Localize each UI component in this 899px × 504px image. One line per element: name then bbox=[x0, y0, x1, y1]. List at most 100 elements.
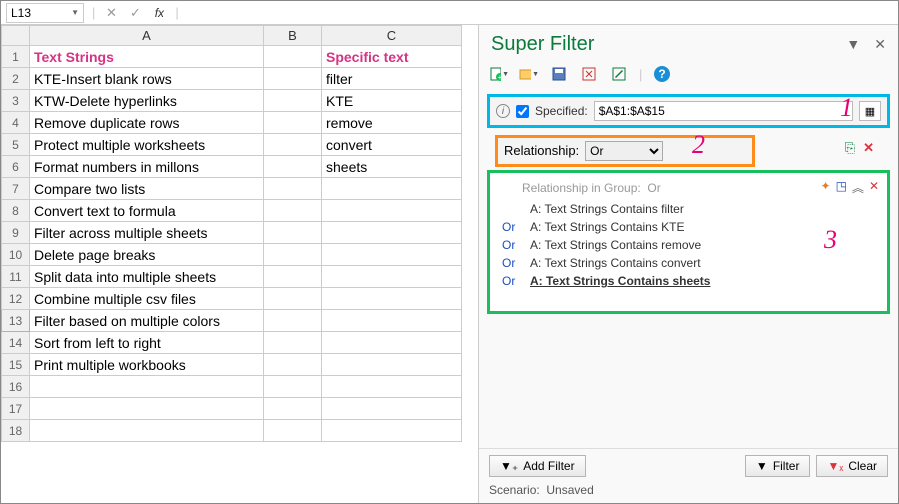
row-header-7[interactable]: 7 bbox=[2, 178, 30, 200]
cell-A5[interactable]: Protect multiple worksheets bbox=[30, 134, 264, 156]
specified-checkbox[interactable] bbox=[516, 105, 529, 118]
cell-C9[interactable] bbox=[322, 222, 462, 244]
range-selector-icon[interactable]: ▦ bbox=[859, 101, 881, 121]
cell-C3[interactable]: KTE bbox=[322, 90, 462, 112]
cell-C13[interactable] bbox=[322, 310, 462, 332]
cell-B6[interactable] bbox=[264, 156, 322, 178]
open-scenario-icon[interactable]: ▼ bbox=[519, 64, 539, 84]
relationship-select[interactable]: Or bbox=[585, 141, 663, 161]
cell-C4[interactable]: remove bbox=[322, 112, 462, 134]
filter-rule[interactable]: OrA: Text Strings Contains convert bbox=[498, 254, 879, 272]
save-icon[interactable] bbox=[549, 64, 569, 84]
cell-A10[interactable]: Delete page breaks bbox=[30, 244, 264, 266]
cell-C11[interactable] bbox=[322, 266, 462, 288]
row-header-6[interactable]: 6 bbox=[2, 156, 30, 178]
row-header-12[interactable]: 12 bbox=[2, 288, 30, 310]
cell-A7[interactable]: Compare two lists bbox=[30, 178, 264, 200]
cell-B18[interactable] bbox=[264, 420, 322, 442]
cell-A8[interactable]: Convert text to formula bbox=[30, 200, 264, 222]
cell-C16[interactable] bbox=[322, 376, 462, 398]
help-icon[interactable]: ? bbox=[652, 64, 672, 84]
collapse-icon[interactable]: ︽ bbox=[852, 179, 864, 196]
cell-B12[interactable] bbox=[264, 288, 322, 310]
confirm-icon[interactable]: ✓ bbox=[127, 5, 143, 21]
cell-A3[interactable]: KTW-Delete hyperlinks bbox=[30, 90, 264, 112]
cell-C2[interactable]: filter bbox=[322, 68, 462, 90]
row-header-14[interactable]: 14 bbox=[2, 332, 30, 354]
range-input[interactable] bbox=[594, 101, 853, 121]
row-header-3[interactable]: 3 bbox=[2, 90, 30, 112]
row-header-9[interactable]: 9 bbox=[2, 222, 30, 244]
cell-C10[interactable] bbox=[322, 244, 462, 266]
add-rule-icon[interactable]: ✦ bbox=[821, 179, 831, 196]
cell-C14[interactable] bbox=[322, 332, 462, 354]
cell-C6[interactable]: sheets bbox=[322, 156, 462, 178]
copy-rule-icon[interactable]: ◳ bbox=[836, 179, 847, 196]
cell-B11[interactable] bbox=[264, 266, 322, 288]
cell-A15[interactable]: Print multiple workbooks bbox=[30, 354, 264, 376]
row-header-2[interactable]: 2 bbox=[2, 68, 30, 90]
add-group-icon[interactable]: ⎘ bbox=[845, 140, 855, 156]
cell-C5[interactable]: convert bbox=[322, 134, 462, 156]
row-header-4[interactable]: 4 bbox=[2, 112, 30, 134]
save-as-icon[interactable] bbox=[579, 64, 599, 84]
cell-B1[interactable] bbox=[264, 46, 322, 68]
panel-menu-icon[interactable]: ▼ bbox=[846, 36, 860, 53]
column-header-C[interactable]: C bbox=[322, 26, 462, 46]
cell-C15[interactable] bbox=[322, 354, 462, 376]
delete-group-icon[interactable]: ✕ bbox=[863, 140, 874, 156]
cell-C1[interactable]: Specific text bbox=[322, 46, 462, 68]
cell-B8[interactable] bbox=[264, 200, 322, 222]
row-header-13[interactable]: 13 bbox=[2, 310, 30, 332]
remove-rule-icon[interactable]: ✕ bbox=[869, 179, 879, 196]
cell-B15[interactable] bbox=[264, 354, 322, 376]
cell-B17[interactable] bbox=[264, 398, 322, 420]
cell-A1[interactable]: Text Strings bbox=[30, 46, 264, 68]
cell-B4[interactable] bbox=[264, 112, 322, 134]
cell-B16[interactable] bbox=[264, 376, 322, 398]
row-header-5[interactable]: 5 bbox=[2, 134, 30, 156]
cell-C8[interactable] bbox=[322, 200, 462, 222]
row-header-1[interactable]: 1 bbox=[2, 46, 30, 68]
cell-A14[interactable]: Sort from left to right bbox=[30, 332, 264, 354]
cell-A2[interactable]: KTE-Insert blank rows bbox=[30, 68, 264, 90]
cell-B14[interactable] bbox=[264, 332, 322, 354]
filter-button[interactable]: ▼Filter bbox=[745, 455, 811, 477]
cell-B9[interactable] bbox=[264, 222, 322, 244]
clear-button[interactable]: ▼ₓClear bbox=[816, 455, 888, 477]
column-header-B[interactable]: B bbox=[264, 26, 322, 46]
row-header-17[interactable]: 17 bbox=[2, 398, 30, 420]
row-header-18[interactable]: 18 bbox=[2, 420, 30, 442]
filter-rule[interactable]: OrA: Text Strings Contains remove bbox=[498, 236, 879, 254]
cell-A12[interactable]: Combine multiple csv files bbox=[30, 288, 264, 310]
cell-A17[interactable] bbox=[30, 398, 264, 420]
cell-B7[interactable] bbox=[264, 178, 322, 200]
cancel-icon[interactable]: ✕ bbox=[103, 5, 119, 21]
cell-C12[interactable] bbox=[322, 288, 462, 310]
spreadsheet-area[interactable]: ABC 1Text Strings Specific text 2KTE-Insert… bbox=[1, 25, 478, 503]
fx-icon[interactable]: fx bbox=[151, 5, 167, 21]
cell-B5[interactable] bbox=[264, 134, 322, 156]
column-header-A[interactable]: A bbox=[30, 26, 264, 46]
cell-C7[interactable] bbox=[322, 178, 462, 200]
row-header-16[interactable]: 16 bbox=[2, 376, 30, 398]
cell-B3[interactable] bbox=[264, 90, 322, 112]
name-box[interactable]: L13 ▼ bbox=[6, 3, 84, 23]
close-icon[interactable]: ✕ bbox=[874, 36, 886, 53]
new-scenario-icon[interactable]: +▼ bbox=[489, 64, 509, 84]
filter-rule[interactable]: OrA: Text Strings Contains KTE bbox=[498, 218, 879, 236]
cell-B13[interactable] bbox=[264, 310, 322, 332]
row-header-8[interactable]: 8 bbox=[2, 200, 30, 222]
cell-C17[interactable] bbox=[322, 398, 462, 420]
add-filter-button[interactable]: ▼₊Add Filter bbox=[489, 455, 586, 477]
cell-A16[interactable] bbox=[30, 376, 264, 398]
cell-A11[interactable]: Split data into multiple sheets bbox=[30, 266, 264, 288]
cell-B10[interactable] bbox=[264, 244, 322, 266]
cell-A18[interactable] bbox=[30, 420, 264, 442]
cell-C18[interactable] bbox=[322, 420, 462, 442]
cell-A9[interactable]: Filter across multiple sheets bbox=[30, 222, 264, 244]
row-header-11[interactable]: 11 bbox=[2, 266, 30, 288]
info-icon[interactable]: i bbox=[496, 104, 510, 118]
filter-rule[interactable]: OrA: Text Strings Contains sheets bbox=[498, 272, 879, 290]
rename-icon[interactable] bbox=[609, 64, 629, 84]
